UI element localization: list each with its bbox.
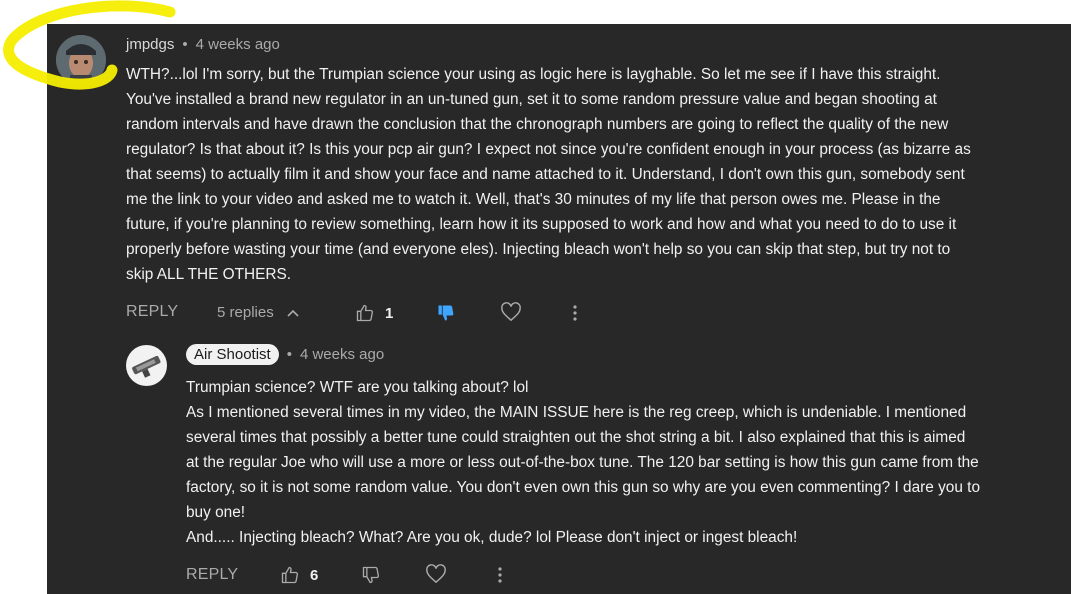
heart-button[interactable] [425, 564, 447, 584]
view-replies-toggle[interactable]: 5 replies [217, 304, 300, 321]
more-vertical-icon [495, 565, 505, 585]
replies-count: 5 replies [217, 304, 274, 321]
separator-dot: • [286, 346, 292, 363]
creator-badge-author[interactable]: Air Shootist [186, 344, 279, 365]
thumbs-down-filled-icon [436, 303, 456, 323]
reply-timestamp[interactable]: 4 weeks ago [300, 346, 384, 363]
like-button[interactable]: 1 [355, 303, 393, 323]
dislike-button[interactable] [436, 303, 456, 323]
comment-header: jmpdgs • 4 weeks ago [126, 36, 280, 53]
reply-button[interactable]: REPLY [126, 303, 178, 321]
comment-text: WTH?...lol I'm sorry, but the Trumpian s… [126, 66, 971, 283]
reply-header: Air Shootist • 4 weeks ago [186, 344, 384, 365]
reply-button[interactable]: REPLY [186, 566, 238, 584]
like-button[interactable]: 6 [280, 565, 318, 585]
commenter-avatar[interactable] [56, 35, 106, 85]
thumbs-down-icon [361, 565, 381, 585]
chevron-up-icon [286, 308, 300, 318]
comment-timestamp[interactable]: 4 weeks ago [196, 36, 280, 53]
heart-icon [425, 564, 447, 584]
replier-avatar[interactable] [126, 345, 167, 386]
more-options-button[interactable] [495, 565, 505, 585]
dislike-button[interactable] [361, 565, 381, 585]
thumbs-up-icon [280, 565, 300, 585]
separator-dot: • [182, 36, 188, 53]
more-vertical-icon [570, 303, 580, 323]
thumbs-up-icon [355, 303, 375, 323]
like-count: 1 [385, 304, 394, 322]
reply-text: Trumpian science? WTF are you talking ab… [186, 379, 981, 546]
heart-icon [500, 302, 522, 322]
more-options-button[interactable] [570, 303, 580, 323]
comment-author[interactable]: jmpdgs [126, 36, 174, 53]
like-count: 6 [310, 566, 319, 584]
heart-button[interactable] [500, 302, 522, 322]
